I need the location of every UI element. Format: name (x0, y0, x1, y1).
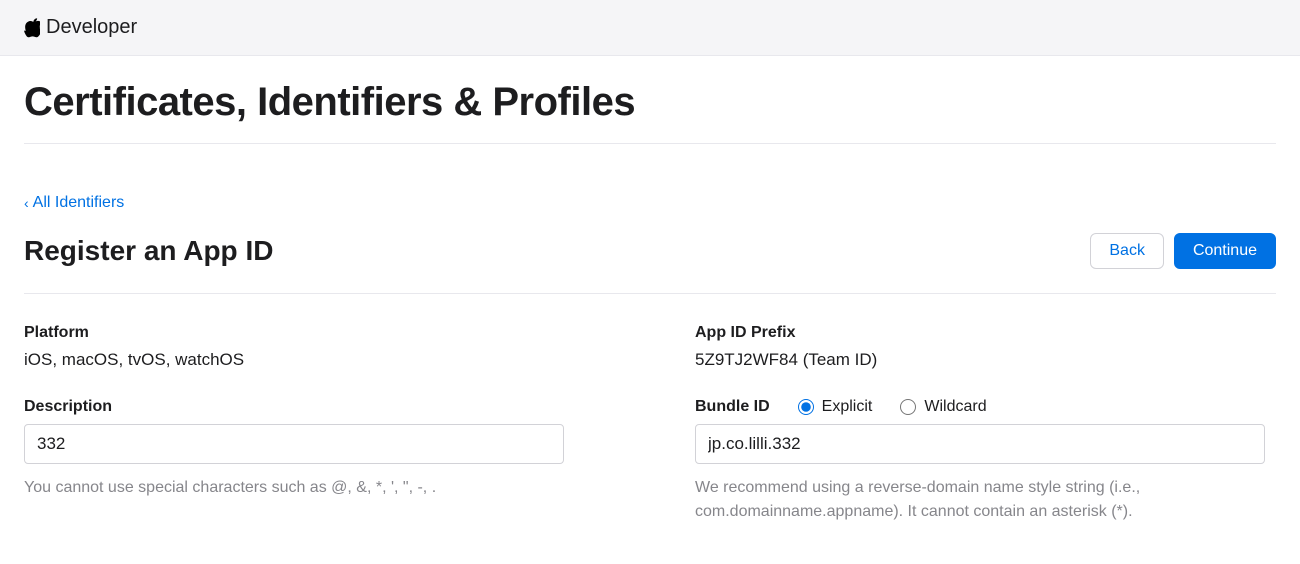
brand[interactable]: Developer (24, 16, 137, 39)
brand-text: Developer (46, 16, 137, 39)
content-area: Certificates, Identifiers & Profiles ‹ A… (0, 56, 1300, 564)
sub-title: Register an App ID (24, 235, 273, 267)
back-button[interactable]: Back (1090, 233, 1164, 269)
form-col-left: Platform iOS, macOS, tvOS, watchOS Descr… (24, 324, 605, 524)
bundle-id-help: We recommend using a reverse-domain name… (695, 476, 1255, 524)
form-area: Platform iOS, macOS, tvOS, watchOS Descr… (24, 324, 1276, 524)
back-link-text: All Identifiers (33, 194, 125, 212)
page-title: Certificates, Identifiers & Profiles (24, 80, 1276, 144)
bundle-id-explicit-label: Explicit (822, 398, 873, 416)
bundle-id-input[interactable] (695, 424, 1265, 464)
bundle-id-label-row: Bundle ID Explicit Wildcard (695, 398, 1276, 416)
app-id-prefix-value: 5Z9TJ2WF84 (Team ID) (695, 350, 1276, 370)
description-help: You cannot use special characters such a… (24, 476, 584, 500)
apple-logo-icon (24, 18, 40, 38)
sub-header: Register an App ID Back Continue (24, 233, 1276, 294)
description-input[interactable] (24, 424, 564, 464)
app-id-prefix-label: App ID Prefix (695, 324, 1276, 342)
bundle-id-label: Bundle ID (695, 398, 770, 416)
description-label: Description (24, 398, 605, 416)
bundle-id-wildcard-label: Wildcard (924, 398, 986, 416)
all-identifiers-link[interactable]: ‹ All Identifiers (24, 194, 124, 212)
bundle-id-explicit-option[interactable]: Explicit (798, 398, 873, 416)
chevron-left-icon: ‹ (24, 195, 29, 211)
platform-value: iOS, macOS, tvOS, watchOS (24, 350, 605, 370)
action-buttons: Back Continue (1090, 233, 1276, 269)
platform-label: Platform (24, 324, 605, 342)
bundle-id-wildcard-radio[interactable] (900, 399, 916, 415)
topbar: Developer (0, 0, 1300, 56)
form-col-right: App ID Prefix 5Z9TJ2WF84 (Team ID) Bundl… (695, 324, 1276, 524)
bundle-id-explicit-radio[interactable] (798, 399, 814, 415)
continue-button[interactable]: Continue (1174, 233, 1276, 269)
bundle-id-wildcard-option[interactable]: Wildcard (900, 398, 986, 416)
